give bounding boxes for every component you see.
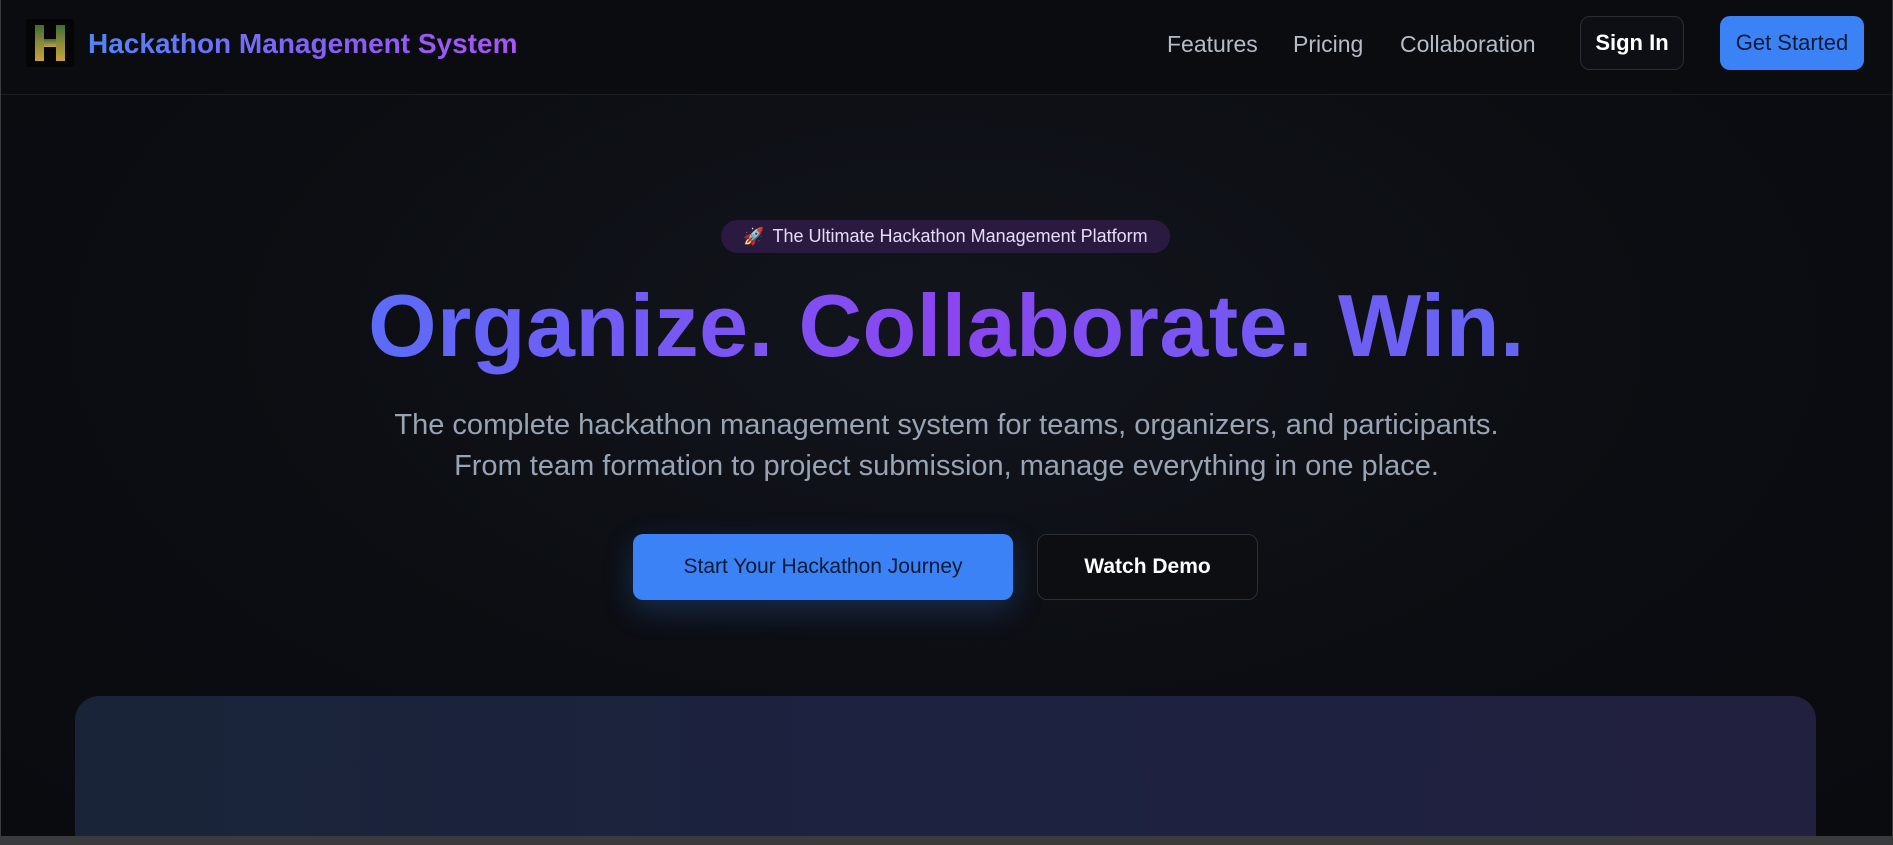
window-edge-left (0, 0, 1, 845)
hero-headline-text: Organize. Collaborate. Win. (364, 276, 1529, 375)
nav-link-pricing[interactable]: Pricing (1293, 28, 1363, 60)
hero-subtitle-line-2: From team formation to project submissio… (454, 450, 1439, 482)
window-bottom-edge (0, 836, 1893, 845)
landing-page: Hackathon Management System Features Pri… (1, 0, 1892, 836)
top-navbar: Hackathon Management System Features Pri… (1, 0, 1892, 95)
logo-icon[interactable] (26, 19, 74, 67)
get-started-button[interactable]: Get Started (1720, 16, 1864, 70)
hero-headline: Organize. Collaborate. Win. (1, 274, 1892, 378)
sign-in-button[interactable]: Sign In (1580, 16, 1684, 70)
nav-link-features[interactable]: Features (1167, 28, 1258, 60)
start-journey-button[interactable]: Start Your Hackathon Journey (633, 534, 1013, 600)
product-preview-card (75, 696, 1816, 836)
hero-badge: 🚀 The Ultimate Hackathon Management Plat… (721, 220, 1170, 253)
watch-demo-button[interactable]: Watch Demo (1037, 534, 1258, 600)
logo-h-glyph (35, 25, 65, 61)
brand-title[interactable]: Hackathon Management System (88, 26, 517, 62)
nav-link-collaboration[interactable]: Collaboration (1400, 28, 1536, 60)
hero-badge-text: The Ultimate Hackathon Management Platfo… (772, 226, 1148, 246)
hero-subtitle-line-1: The complete hackathon management system… (394, 409, 1499, 441)
rocket-icon: 🚀 (743, 226, 765, 247)
